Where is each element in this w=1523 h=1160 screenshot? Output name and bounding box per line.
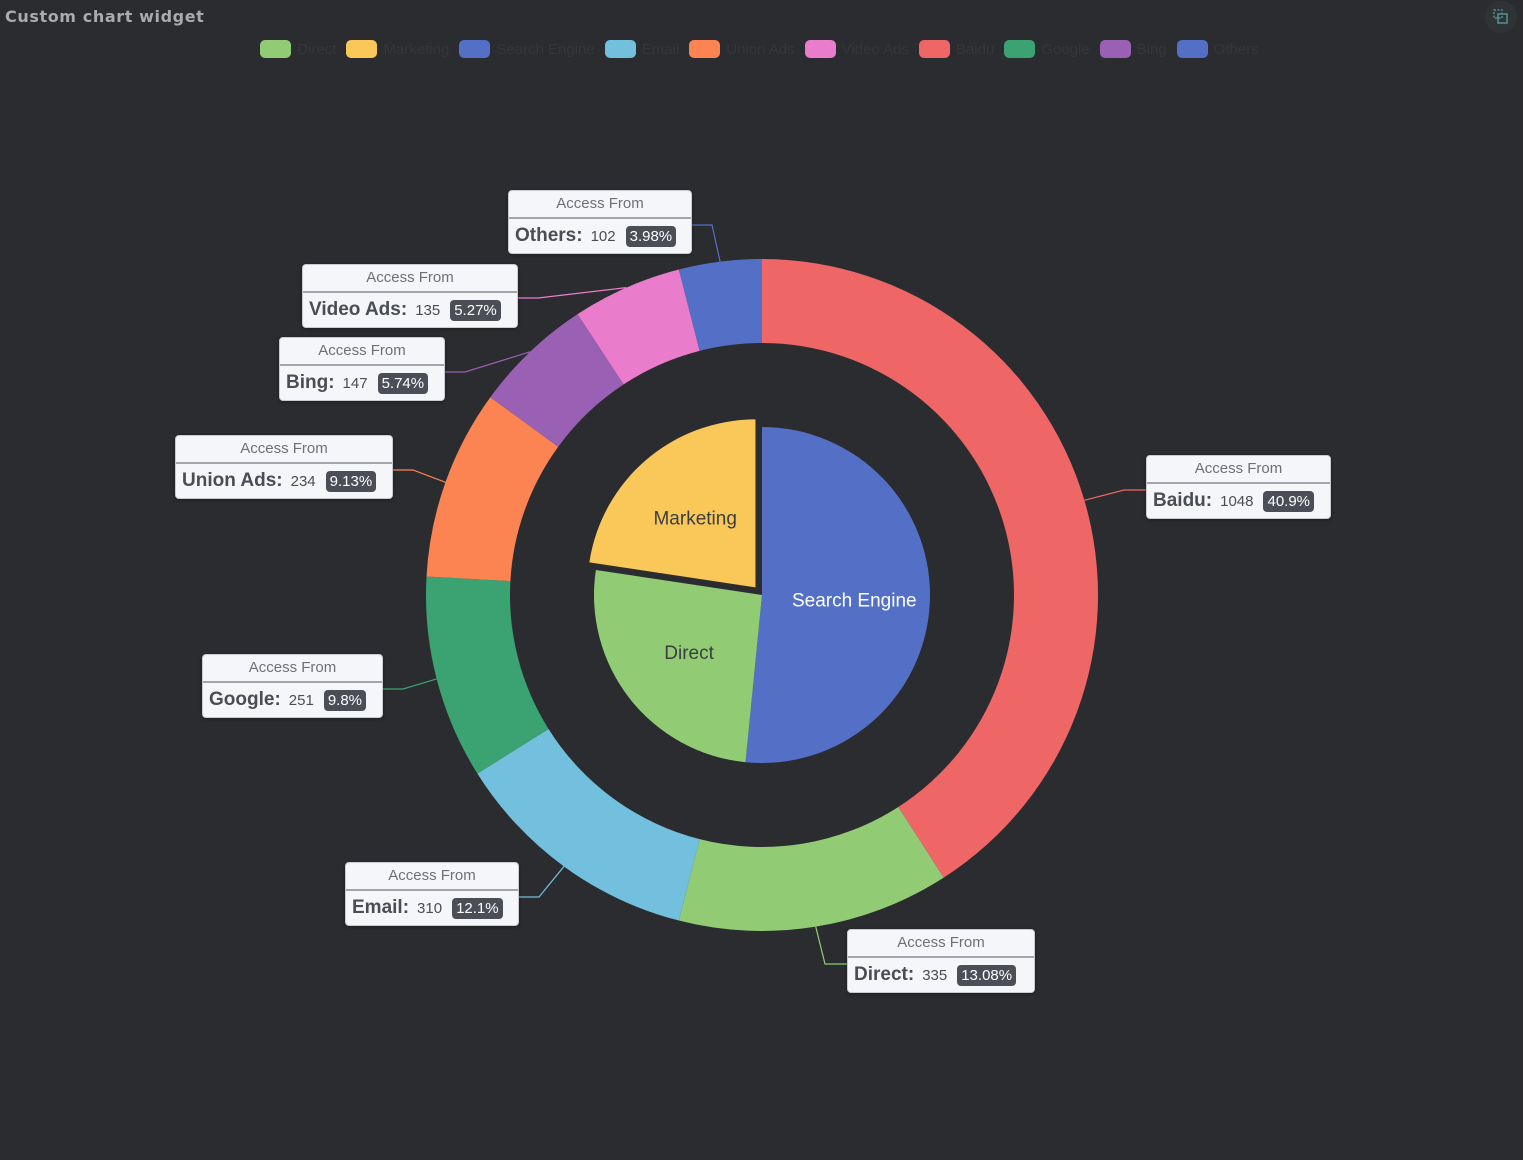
leader-line-union-ads [391, 469, 446, 483]
data-label-google: Access From Google:251 9.8% [202, 654, 383, 718]
data-label-video-ads: Access From Video Ads:135 5.27% [302, 264, 518, 328]
leader-line-direct [815, 926, 847, 965]
ring-slice-direct[interactable] [678, 806, 944, 931]
separator: : [328, 372, 335, 393]
tooltip-title: Access From [176, 436, 392, 464]
percent-badge: 5.74% [377, 372, 429, 394]
series-name: Video Ads [309, 299, 401, 320]
percent-badge: 13.08% [957, 964, 1017, 986]
leader-line-email [517, 866, 565, 898]
percent-badge: 5.27% [450, 299, 501, 321]
tooltip-title: Access From [509, 191, 691, 219]
separator: : [576, 225, 583, 246]
tooltip-title: Access From [1147, 456, 1330, 484]
percent-badge: 3.98% [625, 225, 677, 247]
series-value: 147 [342, 374, 368, 392]
separator: : [402, 897, 410, 918]
nested-pie-chart: Search Engine Direct Marketing [381, 224, 1146, 965]
series-value: 135 [415, 301, 441, 319]
data-label-baidu: Access From Baidu:1048 40.9% [1146, 455, 1331, 519]
data-label-direct: Access From Direct:335 13.08% [847, 929, 1035, 993]
series-value: 1048 [1220, 492, 1254, 510]
tooltip-title: Access From [280, 338, 444, 366]
percent-badge: 40.9% [1263, 490, 1315, 512]
series-name: Baidu [1153, 490, 1206, 511]
series-name: Email [352, 897, 403, 918]
leader-line-google [381, 678, 437, 690]
data-label-others: Access From Others:102 3.98% [508, 190, 692, 254]
data-label-email: Access From Email:310 12.1% [345, 862, 519, 926]
pie-label-direct: Direct [664, 643, 714, 664]
pie-slice-direct[interactable] [594, 569, 762, 763]
separator: : [400, 299, 408, 320]
series-name: Bing [286, 372, 329, 393]
series-value: 234 [290, 472, 316, 490]
series-value: 102 [590, 227, 616, 245]
series-value: 335 [922, 966, 948, 984]
series-value: 251 [288, 691, 314, 709]
pie-slice-marketing[interactable] [589, 419, 756, 588]
tooltip-title: Access From [203, 655, 382, 683]
pie-label-search-engine: Search Engine [792, 591, 917, 612]
series-value: 310 [417, 899, 443, 917]
series-name: Direct [854, 964, 908, 985]
data-label-union-ads: Access From Union Ads:234 9.13% [175, 435, 393, 499]
separator: : [274, 689, 281, 710]
pie-label-marketing: Marketing [653, 508, 736, 529]
leader-line-others [690, 224, 721, 262]
percent-badge: 9.8% [323, 689, 367, 711]
tooltip-title: Access From [303, 265, 517, 293]
leader-line-baidu [1084, 489, 1146, 501]
percent-badge: 9.13% [325, 470, 377, 492]
separator: : [907, 964, 915, 985]
separator: : [276, 470, 283, 491]
separator: : [1205, 490, 1213, 511]
series-name: Union Ads [182, 470, 277, 491]
series-name: Others [515, 225, 577, 246]
series-name: Google [209, 689, 275, 710]
tooltip-title: Access From [346, 863, 518, 891]
tooltip-title: Access From [848, 930, 1034, 958]
percent-badge: 12.1% [452, 897, 503, 919]
data-label-bing: Access From Bing:147 5.74% [279, 337, 445, 401]
